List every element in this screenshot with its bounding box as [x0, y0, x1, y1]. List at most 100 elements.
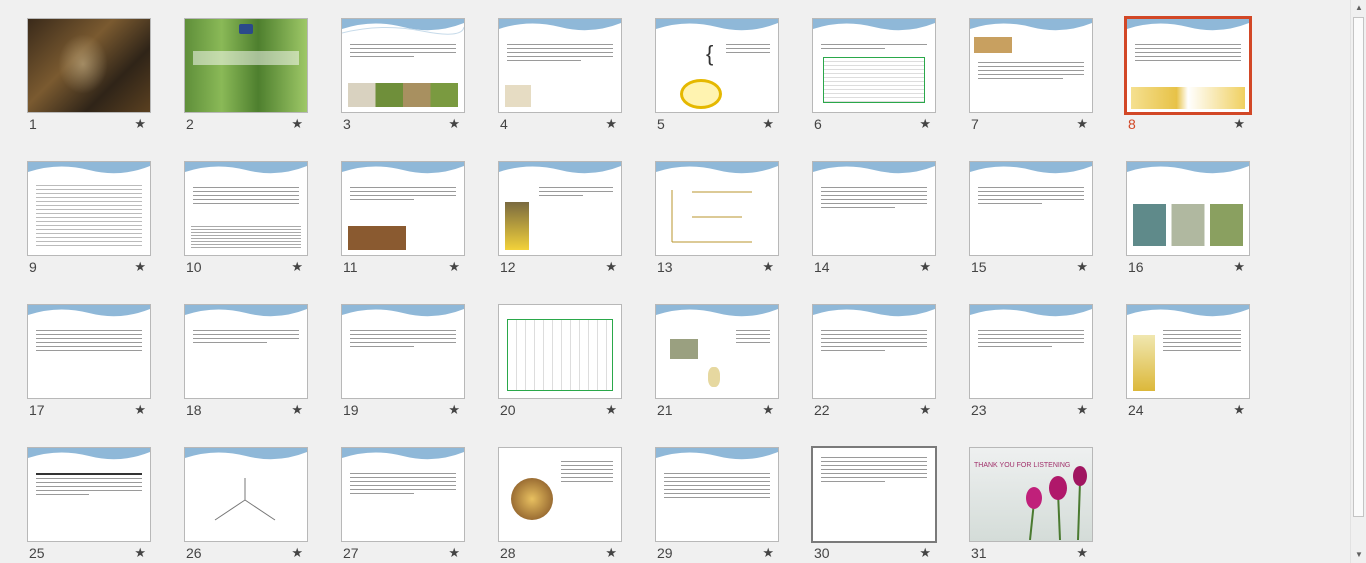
slide-31-thumbnail[interactable]: THANK YOU FOR LISTENING: [969, 447, 1093, 542]
scroll-thumb[interactable]: [1353, 17, 1364, 517]
slide-25[interactable]: 25 ★: [27, 447, 151, 563]
slide-25-thumbnail[interactable]: [27, 447, 151, 542]
slide-4[interactable]: 4 ★: [498, 18, 622, 134]
star-icon[interactable]: ★: [605, 116, 617, 132]
star-icon[interactable]: ★: [605, 402, 617, 418]
slide-16-thumbnail[interactable]: [1126, 161, 1250, 256]
slide-9-thumbnail[interactable]: [27, 161, 151, 256]
slide-9[interactable]: 9 ★: [27, 161, 151, 277]
slide-18[interactable]: 18 ★: [184, 304, 308, 420]
star-icon[interactable]: ★: [919, 545, 931, 561]
slide-2-thumbnail[interactable]: [184, 18, 308, 113]
slide-3[interactable]: 3 ★: [341, 18, 465, 134]
slide-16[interactable]: 16 ★: [1126, 161, 1250, 277]
star-icon[interactable]: ★: [134, 545, 146, 561]
star-icon[interactable]: ★: [291, 259, 303, 275]
slide-13-thumbnail[interactable]: [655, 161, 779, 256]
down-arrow-icon[interactable]: ▼: [1351, 547, 1366, 563]
slide-18-thumbnail[interactable]: [184, 304, 308, 399]
slide-27-thumbnail[interactable]: [341, 447, 465, 542]
slide-30-thumbnail[interactable]: [811, 446, 937, 543]
slide-11-thumbnail[interactable]: [341, 161, 465, 256]
slide-19[interactable]: 19 ★: [341, 304, 465, 420]
star-icon[interactable]: ★: [134, 402, 146, 418]
rice-grain-diagram: [680, 79, 722, 109]
slide-6[interactable]: 6 ★: [812, 18, 936, 134]
slide-28[interactable]: 28 ★: [498, 447, 622, 563]
star-icon[interactable]: ★: [762, 545, 774, 561]
slide-12[interactable]: 12 ★: [498, 161, 622, 277]
star-icon[interactable]: ★: [291, 116, 303, 132]
slide-17[interactable]: 17 ★: [27, 304, 151, 420]
slide-26-thumbnail[interactable]: [184, 447, 308, 542]
star-icon[interactable]: ★: [1233, 116, 1245, 132]
slide-2[interactable]: 2 ★: [184, 18, 308, 134]
slide-20-thumbnail[interactable]: [498, 304, 622, 399]
star-icon[interactable]: ★: [448, 259, 460, 275]
slide-7-thumbnail[interactable]: [969, 18, 1093, 113]
slide-11[interactable]: 11 ★: [341, 161, 465, 277]
star-icon[interactable]: ★: [762, 259, 774, 275]
slide-1-thumbnail[interactable]: [27, 18, 151, 113]
slide-27[interactable]: 27 ★: [341, 447, 465, 563]
slide-20[interactable]: 20 ★: [498, 304, 622, 420]
star-icon[interactable]: ★: [134, 259, 146, 275]
slide-15[interactable]: 15 ★: [969, 161, 1093, 277]
slide-4-thumbnail[interactable]: [498, 18, 622, 113]
slide-8-thumbnail[interactable]: [1124, 16, 1252, 115]
slide-23[interactable]: 23 ★: [969, 304, 1093, 420]
slide-7[interactable]: 7 ★: [969, 18, 1093, 134]
star-icon[interactable]: ★: [1076, 259, 1088, 275]
slide-26[interactable]: 26 ★: [184, 447, 308, 563]
star-icon[interactable]: ★: [134, 116, 146, 132]
slide-10-thumbnail[interactable]: [184, 161, 308, 256]
slide-30[interactable]: 30 ★: [811, 446, 937, 563]
slide-23-thumbnail[interactable]: [969, 304, 1093, 399]
star-icon[interactable]: ★: [762, 402, 774, 418]
slide-14-thumbnail[interactable]: [812, 161, 936, 256]
slide-22-thumbnail[interactable]: [812, 304, 936, 399]
slide-19-thumbnail[interactable]: [341, 304, 465, 399]
slide-21-thumbnail[interactable]: [655, 304, 779, 399]
slide-29-thumbnail[interactable]: [655, 447, 779, 542]
star-icon[interactable]: ★: [1233, 259, 1245, 275]
slide-29[interactable]: 29 ★: [655, 447, 779, 563]
slide-31[interactable]: THANK YOU FOR LISTENING 31 ★: [969, 447, 1093, 563]
star-icon[interactable]: ★: [762, 116, 774, 132]
star-icon[interactable]: ★: [1233, 402, 1245, 418]
slide-10[interactable]: 10 ★: [184, 161, 308, 277]
star-icon[interactable]: ★: [605, 259, 617, 275]
star-icon[interactable]: ★: [919, 259, 931, 275]
slide-24-thumbnail[interactable]: [1126, 304, 1250, 399]
star-icon[interactable]: ★: [448, 545, 460, 561]
slide-13[interactable]: 13 ★: [655, 161, 779, 277]
slide-17-thumbnail[interactable]: [27, 304, 151, 399]
star-icon[interactable]: ★: [448, 116, 460, 132]
star-icon[interactable]: ★: [291, 545, 303, 561]
slide-6-thumbnail[interactable]: [812, 18, 936, 113]
slide-8[interactable]: 8 ★: [1124, 16, 1252, 134]
slide-15-thumbnail[interactable]: [969, 161, 1093, 256]
star-icon[interactable]: ★: [1076, 402, 1088, 418]
slide-28-thumbnail[interactable]: [498, 447, 622, 542]
star-icon[interactable]: ★: [605, 545, 617, 561]
slide-14[interactable]: 14 ★: [812, 161, 936, 277]
slide-5[interactable]: { 5 ★: [655, 18, 779, 134]
vertical-scrollbar[interactable]: ▲ ▼: [1350, 0, 1366, 563]
slide-number: 13: [657, 259, 673, 275]
star-icon[interactable]: ★: [1076, 116, 1088, 132]
slide-5-thumbnail[interactable]: {: [655, 18, 779, 113]
star-icon[interactable]: ★: [291, 402, 303, 418]
star-icon[interactable]: ★: [1076, 545, 1088, 561]
slide-21[interactable]: 21 ★: [655, 304, 779, 420]
slide-22[interactable]: 22 ★: [812, 304, 936, 420]
up-arrow-icon[interactable]: ▲: [1351, 0, 1366, 16]
slide-12-thumbnail[interactable]: [498, 161, 622, 256]
slide-3-thumbnail[interactable]: [341, 18, 465, 113]
star-icon[interactable]: ★: [919, 116, 931, 132]
slide-24[interactable]: 24 ★: [1126, 304, 1250, 420]
star-icon[interactable]: ★: [919, 402, 931, 418]
bullet-lines: [350, 184, 456, 203]
star-icon[interactable]: ★: [448, 402, 460, 418]
slide-1[interactable]: 1 ★: [27, 18, 151, 134]
